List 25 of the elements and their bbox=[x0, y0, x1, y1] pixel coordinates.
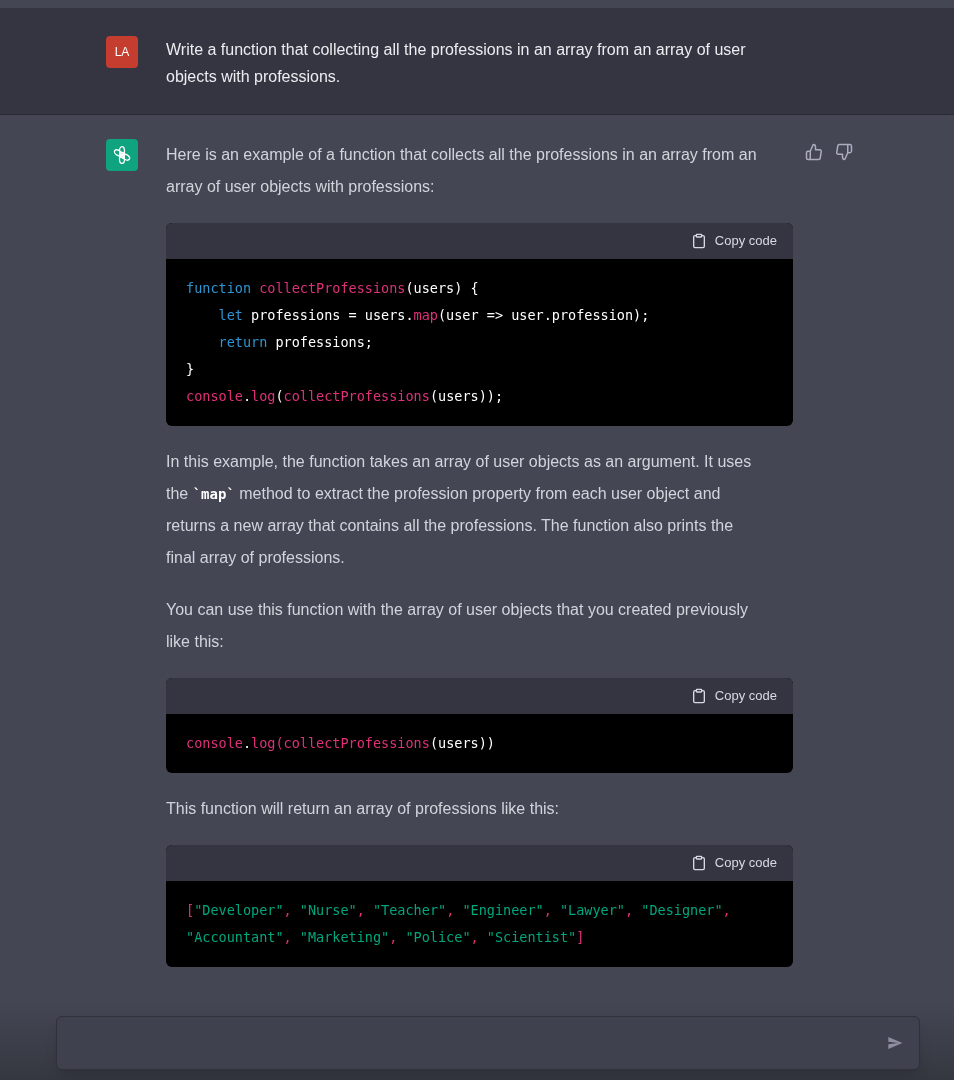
clipboard-icon bbox=[690, 233, 707, 249]
code-line: function collectProfessions(users) { bbox=[186, 279, 480, 298]
copy-code-button[interactable]: Copy code bbox=[690, 231, 777, 251]
message-paragraph: This function will return an array of professions like this: bbox=[166, 799, 561, 819]
message-input[interactable] bbox=[56, 1016, 920, 1070]
knot-logo-icon bbox=[112, 145, 132, 165]
clipboard-icon bbox=[690, 688, 707, 704]
code-line: } bbox=[186, 360, 196, 379]
copy-code-button[interactable]: Copy code bbox=[690, 853, 777, 873]
message-paragraph: In this example, the function takes an array of user objects as an argument. It uses the `map` method to extract the profession property from each user object and returns a new array that contains all the professions. The function also prints the final array of professions. bbox=[166, 452, 753, 568]
code-line: let professions = users.map(user => user.profession); bbox=[217, 306, 651, 325]
code-line: ["Developer", "Nurse", "Teacher", "Engineer", "Lawyer", "Designer", bbox=[186, 901, 732, 920]
thumbs-down-icon[interactable] bbox=[835, 143, 853, 161]
send-icon[interactable] bbox=[887, 1035, 903, 1051]
copy-code-button[interactable]: Copy code bbox=[690, 686, 777, 706]
user-avatar: LA bbox=[106, 36, 138, 68]
message-paragraph: You can use this function with the array of user objects that you created previously like this: bbox=[166, 600, 749, 652]
clipboard-icon bbox=[690, 855, 707, 871]
code-line: console.log(collectProfessions(users)); bbox=[186, 387, 505, 406]
code-line: "Accountant", "Marketing", "Police", "Scientist"] bbox=[186, 928, 586, 947]
code-line: console.log(collectProfessions(users)) bbox=[186, 734, 496, 753]
code-line: return professions; bbox=[217, 333, 374, 352]
thumbs-up-icon[interactable] bbox=[805, 143, 823, 161]
message-paragraph: Here is an example of a function that collects all the professions in an array from an array of user objects with professions: bbox=[166, 145, 758, 197]
user-message: Write a function that collecting all the professions in an array from an array of user objects with professions. bbox=[166, 40, 747, 87]
